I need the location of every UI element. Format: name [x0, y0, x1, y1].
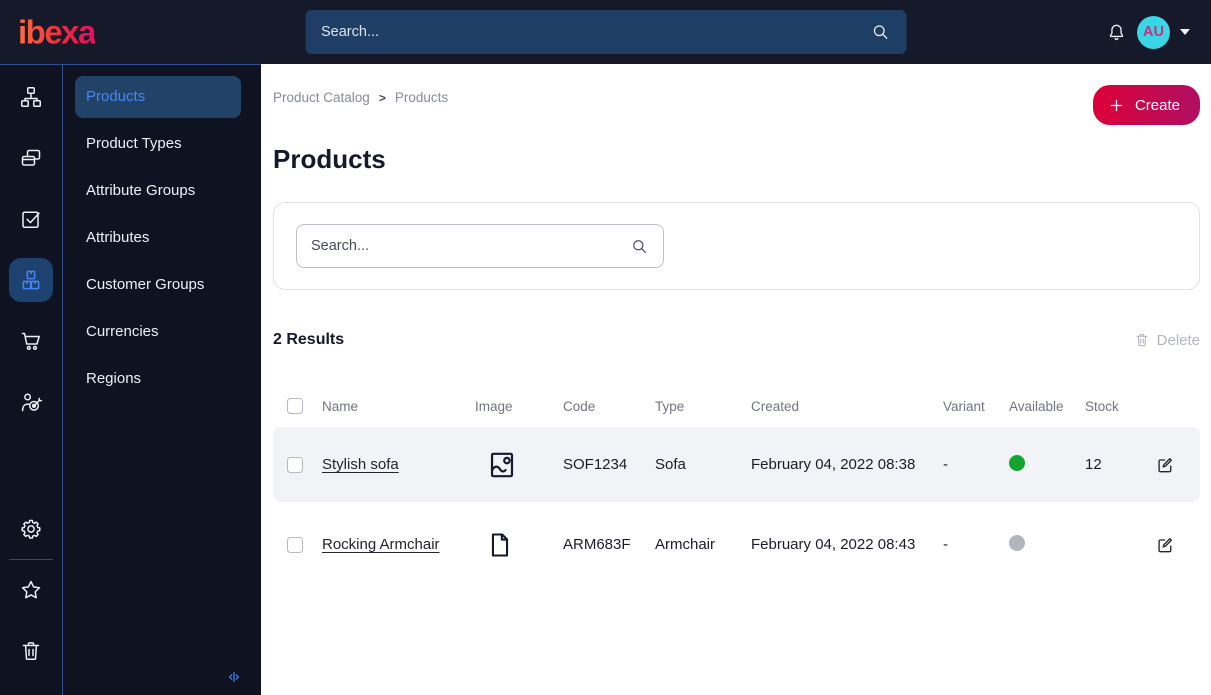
product-variant: -	[943, 456, 948, 473]
ibexa-logo: ibexa	[18, 13, 96, 51]
col-header-image: Image	[475, 398, 513, 414]
rail-divider	[9, 559, 53, 560]
shell: Products Product Types Attribute Groups …	[0, 64, 1211, 695]
product-code: SOF1234	[563, 456, 628, 473]
settings-gear-icon[interactable]	[9, 507, 53, 551]
product-created: February 04, 2022 08:38	[751, 456, 916, 473]
sidebar-item-customer-groups[interactable]: Customer Groups	[75, 264, 241, 306]
row-checkbox[interactable]	[287, 536, 303, 553]
commerce-cart-icon[interactable]	[9, 319, 53, 363]
avatar[interactable]: AU	[1137, 15, 1170, 49]
pages-icon[interactable]	[9, 136, 53, 180]
sidebar-item-attributes[interactable]: Attributes	[75, 217, 241, 259]
products-table: Name Image Code Type Created Variant Ava…	[273, 389, 1200, 582]
filter-search	[296, 224, 664, 268]
file-icon	[475, 530, 563, 560]
filter-search-input[interactable]	[311, 238, 630, 254]
topbar-right: AU	[1106, 0, 1190, 64]
product-code: ARM683F	[563, 536, 631, 553]
product-created: February 04, 2022 08:43	[751, 536, 916, 553]
image-icon	[475, 449, 563, 481]
sidebar-item-currencies[interactable]: Currencies	[75, 311, 241, 353]
products-boxes-icon[interactable]	[9, 258, 53, 302]
sidebar-item-regions[interactable]: Regions	[75, 358, 241, 400]
sidebar-item-attribute-groups[interactable]: Attribute Groups	[75, 170, 241, 212]
page-title: Products	[273, 144, 386, 174]
breadcrumb-separator: >	[378, 90, 386, 105]
bell-icon[interactable]	[1106, 22, 1127, 43]
results-bar: 2 Results Delete	[273, 331, 1200, 349]
product-name-link[interactable]: Rocking Armchair	[322, 536, 440, 553]
collapse-panel-icon[interactable]	[225, 668, 243, 686]
sidebar-item-product-types[interactable]: Product Types	[75, 123, 241, 165]
main-header: Product Catalog > Products Create	[273, 85, 1200, 125]
search-icon[interactable]	[870, 22, 890, 42]
col-header-name: Name	[322, 398, 359, 414]
col-header-type: Type	[655, 398, 685, 414]
row-checkbox[interactable]	[287, 456, 303, 473]
edit-icon[interactable]	[1147, 535, 1200, 555]
global-search-input[interactable]	[321, 24, 870, 40]
col-header-variant: Variant	[943, 398, 985, 414]
breadcrumb: Product Catalog > Products	[273, 90, 448, 105]
tasks-check-icon[interactable]	[9, 197, 53, 241]
col-header-available: Available	[1009, 398, 1064, 414]
plus-icon	[1107, 96, 1126, 115]
trash-icon[interactable]	[9, 629, 53, 673]
delete-button[interactable]: Delete	[1134, 332, 1200, 349]
col-header-created: Created	[751, 398, 800, 414]
main-content: Product Catalog > Products Create Produc…	[261, 64, 1211, 695]
product-type: Sofa	[655, 456, 686, 473]
create-button-label: Create	[1134, 96, 1180, 114]
available-status-dot	[1009, 534, 1025, 551]
caret-down-icon[interactable]	[1180, 29, 1190, 35]
sidebar: Products Product Types Attribute Groups …	[63, 64, 261, 695]
product-stock: 12	[1085, 456, 1102, 473]
results-count: 2 Results	[273, 331, 345, 348]
create-button[interactable]: Create	[1092, 85, 1200, 125]
search-icon[interactable]	[630, 237, 649, 256]
topbar: ibexa AU	[0, 0, 1211, 64]
select-all-checkbox[interactable]	[287, 398, 303, 414]
product-name-link[interactable]: Stylish sofa	[322, 456, 399, 473]
edit-icon[interactable]	[1147, 455, 1200, 475]
bookmarks-star-icon[interactable]	[9, 568, 53, 612]
filter-card	[273, 202, 1200, 290]
product-type: Armchair	[655, 536, 716, 553]
breadcrumb-current: Products	[394, 90, 449, 105]
col-header-stock: Stock	[1085, 398, 1119, 414]
col-header-code: Code	[563, 398, 596, 414]
rail-bottom-group	[0, 507, 62, 690]
content-tree-icon[interactable]	[9, 75, 53, 119]
delete-button-label: Delete	[1156, 331, 1200, 349]
table-row: Stylish sofa SOF1234 Sofa February 04, 2…	[273, 427, 1200, 502]
nav-rail	[0, 64, 63, 695]
personalization-target-icon[interactable]	[9, 380, 53, 424]
table-header-row: Name Image Code Type Created Variant Ava…	[273, 389, 1200, 423]
product-variant: -	[943, 536, 948, 553]
table-row: Rocking Armchair ARM683F Armchair Februa…	[273, 507, 1200, 582]
available-status-dot	[1009, 454, 1025, 471]
breadcrumb-parent[interactable]: Product Catalog	[273, 90, 370, 105]
sidebar-item-products[interactable]: Products	[75, 76, 241, 118]
trash-icon	[1134, 332, 1150, 348]
app-window: ibexa AU	[0, 0, 1211, 695]
global-search	[305, 10, 906, 54]
